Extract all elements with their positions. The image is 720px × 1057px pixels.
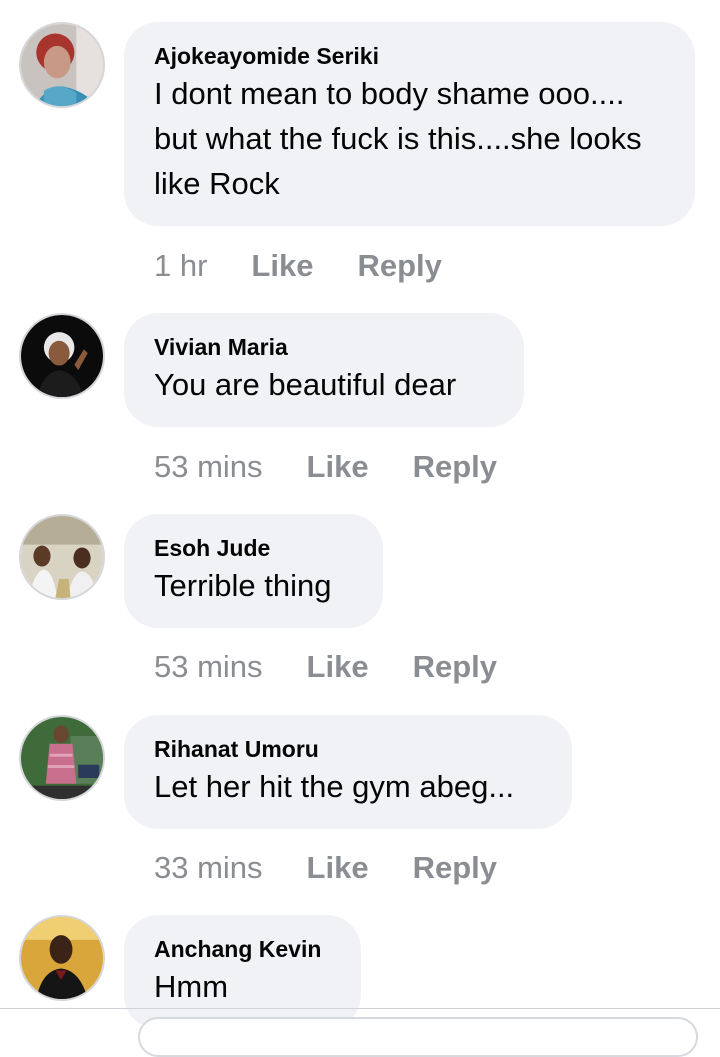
like-button[interactable]: Like [307,850,369,886]
comment-actions: 53 mins Like Reply [154,647,497,687]
comment-actions: 53 mins Like Reply [154,447,497,487]
avatar[interactable] [19,313,105,399]
comment-author[interactable]: Ajokeayomide Seriki [154,42,665,70]
avatar-photo [21,516,103,598]
reply-button[interactable]: Reply [357,248,441,284]
comment-timestamp[interactable]: 53 mins [154,449,263,485]
divider [0,1008,720,1009]
avatar[interactable] [19,514,105,600]
comment-text: I dont mean to body shame ooo.... but wh… [154,76,642,201]
like-button[interactable]: Like [307,449,369,485]
avatar[interactable] [19,715,105,801]
comment-text: Terrible thing [154,568,332,603]
like-button[interactable]: Like [251,248,313,284]
comment-timestamp[interactable]: 33 mins [154,850,263,886]
comment-bubble: Ajokeayomide Seriki I dont mean to body … [124,22,695,226]
avatar[interactable] [19,915,105,1001]
comment-actions: 1 hr Like Reply [154,246,442,286]
comment-timestamp[interactable]: 53 mins [154,649,263,685]
comment-text: Hmm [154,969,229,1004]
comment-actions: 33 mins Like Reply [154,848,497,888]
comment-author[interactable]: Anchang Kevin [154,935,331,963]
comment-input[interactable] [138,1017,698,1057]
comment-author[interactable]: Rihanat Umoru [154,735,542,763]
reply-button[interactable]: Reply [413,449,497,485]
like-button[interactable]: Like [307,649,369,685]
reply-button[interactable]: Reply [413,850,497,886]
reply-button[interactable]: Reply [413,649,497,685]
comment-bubble: Vivian Maria You are beautiful dear [124,313,524,427]
avatar-photo [21,315,103,397]
comment-text: Let her hit the gym abeg... [154,769,515,804]
comment-bubble: Anchang Kevin Hmm [124,915,361,1029]
avatar[interactable] [19,22,105,108]
comment-author[interactable]: Esoh Jude [154,534,353,562]
comment-bubble: Rihanat Umoru Let her hit the gym abeg..… [124,715,572,829]
avatar-photo [21,717,103,799]
comment-author[interactable]: Vivian Maria [154,333,494,361]
avatar-photo [21,24,103,106]
comment-bubble: Esoh Jude Terrible thing [124,514,383,628]
comment-timestamp[interactable]: 1 hr [154,248,207,284]
comment-text: You are beautiful dear [154,367,457,402]
avatar-photo [21,917,103,999]
